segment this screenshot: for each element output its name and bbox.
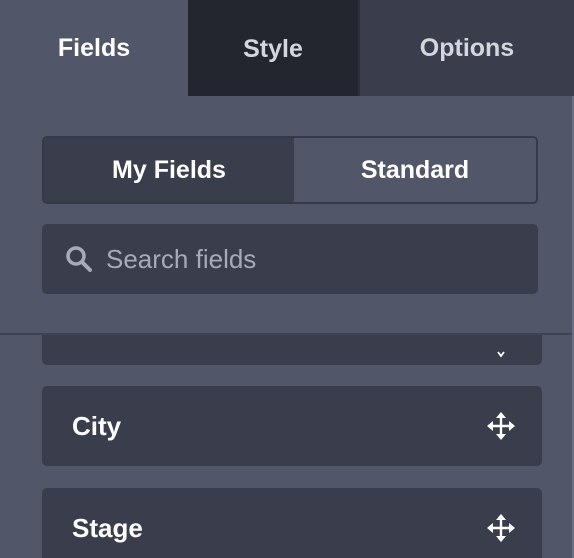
search-input[interactable]	[104, 242, 508, 276]
field-item[interactable]	[42, 335, 542, 365]
search-icon	[64, 244, 94, 274]
move-icon[interactable]	[486, 335, 516, 360]
my-fields-button[interactable]: My Fields	[44, 138, 294, 202]
field-item-stage[interactable]: Stage	[42, 488, 542, 558]
search-box[interactable]	[42, 224, 538, 294]
field-label: City	[72, 410, 122, 441]
tab-fields[interactable]: Fields	[0, 0, 188, 96]
field-item-city[interactable]: City	[42, 386, 542, 466]
standard-button[interactable]: Standard	[294, 138, 536, 202]
move-icon[interactable]	[486, 411, 516, 441]
tab-options[interactable]: Options	[358, 0, 574, 96]
tab-bar: Fields Style Options	[0, 0, 574, 96]
tab-style[interactable]: Style	[188, 0, 358, 96]
field-label: Stage	[72, 512, 143, 543]
fields-source-toggle: My Fields Standard	[42, 136, 538, 204]
field-list: City Stage	[0, 335, 574, 558]
move-icon[interactable]	[486, 513, 516, 543]
